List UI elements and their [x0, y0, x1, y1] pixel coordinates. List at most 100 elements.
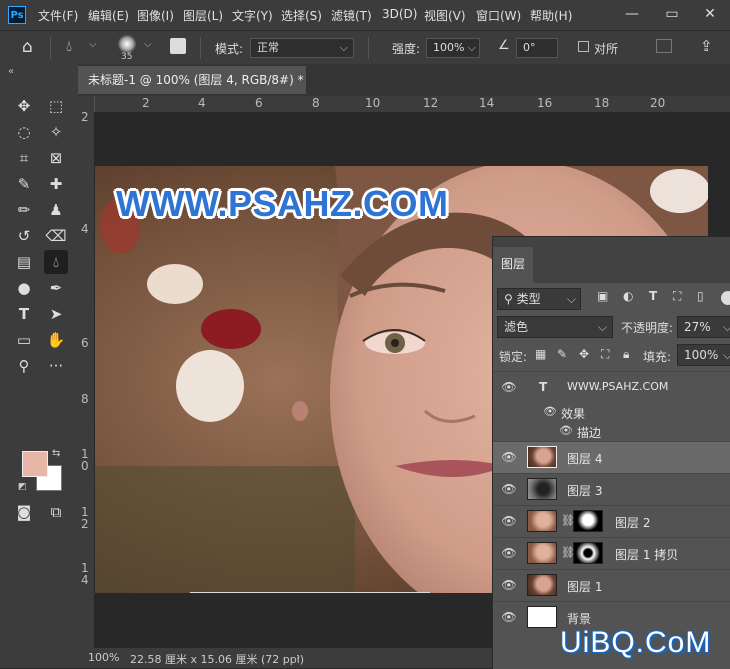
filter-shape-icon[interactable]: ⛶ [673, 289, 681, 304]
ruler-label: 2 [81, 110, 89, 124]
menu-view[interactable]: 视图(V) [424, 7, 466, 24]
lock-position-icon[interactable]: ✥ [579, 347, 589, 361]
chevron-down-icon: ⌵ [597, 320, 607, 334]
menu-filter[interactable]: 滤镜(T) [331, 7, 372, 24]
strength-input[interactable]: 100% ⌵ [426, 38, 480, 58]
lock-pixels-icon[interactable]: ✎ [557, 347, 567, 361]
minimize-button[interactable]: — [612, 0, 652, 30]
eye-icon[interactable]: 👁︎ [559, 424, 573, 437]
menu-3d[interactable]: 3D(D) [382, 7, 417, 21]
eye-icon[interactable]: 👁︎ [543, 405, 557, 418]
zoom-tool-icon[interactable]: ⚲ [12, 354, 36, 378]
menu-select[interactable]: 选择(S) [281, 7, 322, 24]
eye-icon[interactable]: 👁︎ [501, 380, 517, 394]
layer-effects-row[interactable]: 👁︎ 效果 [493, 403, 730, 423]
document-tab[interactable]: 未标题-1 @ 100% (图层 4, RGB/8#) * [78, 66, 306, 94]
home-icon[interactable]: ⌂ [22, 37, 33, 57]
eraser-icon[interactable]: ⌫ [44, 224, 68, 248]
swap-colors-icon[interactable]: ⇆ [52, 448, 60, 459]
hand-tool-icon[interactable]: ✋ [44, 328, 68, 352]
screen-mode-icon[interactable]: ⧉ [44, 500, 68, 524]
filter-pixel-icon[interactable]: ▣ [597, 289, 608, 303]
tab-layers[interactable]: 图层 [493, 247, 533, 283]
menu-window[interactable]: 窗口(W) [476, 7, 521, 24]
layer-name: 图层 1 拷贝 [615, 548, 679, 562]
menu-type[interactable]: 文字(Y) [232, 7, 273, 24]
align-checkbox[interactable] [578, 41, 589, 52]
brush-settings-icon[interactable] [170, 38, 186, 54]
chevron-down-icon[interactable]: ⌵ [89, 39, 97, 50]
magic-wand-icon[interactable]: ✧ [44, 120, 68, 144]
crop-tool-icon[interactable]: ⌗ [12, 146, 36, 170]
type-tool-icon[interactable]: T [12, 302, 36, 326]
lock-all-icon[interactable]: 🔒︎ [623, 347, 629, 362]
tools-panel: « ✥ ⬚ ◌ ✧ ⌗ ⊠ ✎ ✚ ✏ ♟ ↺ ⌫ ▤ 💧︎ ● ✒ T ➤ ▭… [0, 64, 78, 668]
menu-edit[interactable]: 编辑(E) [88, 7, 129, 24]
brush-preview-icon[interactable] [118, 35, 136, 53]
ruler-label: 12 [423, 96, 439, 110]
path-select-icon[interactable]: ➤ [44, 302, 68, 326]
menu-file[interactable]: 文件(F) [38, 7, 78, 24]
quick-mask-icon[interactable]: ◙ [12, 500, 36, 524]
gradient-tool-icon[interactable]: ▤ [12, 250, 36, 274]
document-title: 未标题-1 @ 100% (图层 4, RGB/8#) * [88, 73, 304, 87]
menu-help[interactable]: 帮助(H) [530, 7, 572, 24]
zoom-level[interactable]: 100% [88, 651, 119, 664]
lasso-tool-icon[interactable]: ◌ [12, 120, 36, 144]
eye-icon[interactable]: 👁︎ [501, 610, 517, 624]
default-colors-icon[interactable]: ◩ [18, 482, 27, 492]
fill-input[interactable]: 100% ⌵ [677, 344, 730, 366]
close-button[interactable]: ✕ [690, 0, 730, 30]
menu-layer[interactable]: 图层(L) [183, 7, 223, 24]
eyedropper-icon[interactable]: ✎ [12, 172, 36, 196]
eye-icon[interactable]: 👁︎ [501, 482, 517, 496]
layer-mask-thumbnail[interactable] [573, 510, 603, 532]
eye-icon[interactable]: 👁︎ [501, 514, 517, 528]
layer-row-layer-1[interactable]: 👁︎ 图层 1 [493, 569, 730, 601]
layer-mask-thumbnail[interactable] [573, 542, 603, 564]
share-icon[interactable]: ⇪ [700, 37, 713, 55]
opacity-input[interactable]: 27% ⌵ [677, 316, 730, 338]
restore-button[interactable]: ▭ [652, 0, 692, 30]
filter-type-icon[interactable]: T [649, 289, 657, 303]
menu-image[interactable]: 图像(I) [137, 7, 174, 24]
healing-brush-icon[interactable]: ✚ [44, 172, 68, 196]
angle-input[interactable]: 0° [516, 38, 558, 58]
lock-transparent-icon[interactable]: ▦ [535, 347, 546, 361]
ruler-label: 20 [650, 96, 666, 110]
lock-artboard-icon[interactable]: ⛶ [601, 347, 609, 362]
chevron-right-icon[interactable]: › [296, 650, 300, 663]
collapse-icon[interactable]: « [8, 66, 14, 77]
history-brush-icon[interactable]: ↺ [12, 224, 36, 248]
eye-icon[interactable]: 👁︎ [501, 578, 517, 592]
eye-icon[interactable]: 👁︎ [501, 450, 517, 464]
filter-smart-object-icon[interactable]: ▯ [697, 289, 704, 303]
marquee-tool-icon[interactable]: ⬚ [44, 94, 68, 118]
sample-icon[interactable] [656, 39, 672, 53]
brush-tool-icon[interactable]: ✏ [12, 198, 36, 222]
layer-row-layer-3[interactable]: 👁︎ 图层 3 [493, 473, 730, 505]
move-tool-icon[interactable]: ✥ [12, 94, 36, 118]
chevron-down-icon: ⌵ [339, 41, 348, 54]
mode-select[interactable]: 正常 ⌵ [250, 38, 354, 58]
layer-effect-stroke-row[interactable]: 👁︎ 描边 [493, 422, 730, 442]
layer-row-layer-4[interactable]: 👁︎ 图层 4 [493, 441, 730, 473]
blur-tool-icon[interactable]: 💧︎ [44, 250, 68, 274]
chevron-down-icon[interactable]: ⌵ [144, 39, 152, 50]
watermark-text: WWW.PSAHZ.COM [116, 183, 449, 224]
pen-tool-icon[interactable]: ✒ [44, 276, 68, 300]
filter-toggle[interactable] [721, 291, 730, 305]
layer-filter-select[interactable]: ⚲ 类型 ⌵ [497, 288, 581, 310]
eye-icon[interactable]: 👁︎ [501, 546, 517, 560]
dodge-tool-icon[interactable]: ● [12, 276, 36, 300]
blur-tool-icon[interactable]: 💧︎ [66, 37, 72, 55]
stamp-tool-icon[interactable]: ♟ [44, 198, 68, 222]
foreground-color-swatch[interactable] [22, 451, 48, 477]
layer-row-layer-2[interactable]: 👁︎ ⛓ 图层 2 [493, 505, 730, 537]
layer-row-layer-1-copy[interactable]: 👁︎ ⛓ 图层 1 拷贝 [493, 537, 730, 569]
frame-tool-icon[interactable]: ⊠ [44, 146, 68, 170]
rectangle-tool-icon[interactable]: ▭ [12, 328, 36, 352]
more-tools-icon[interactable]: ··· [44, 354, 68, 378]
filter-adjustment-icon[interactable]: ◐ [623, 289, 633, 303]
blend-mode-select[interactable]: 滤色 ⌵ [497, 316, 613, 338]
